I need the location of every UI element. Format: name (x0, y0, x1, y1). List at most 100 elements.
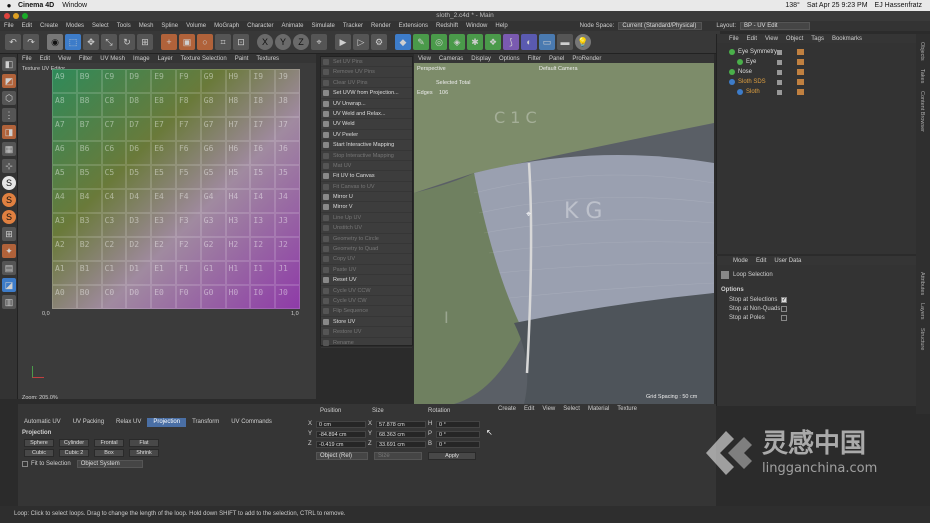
coord-rotation-field[interactable]: 0 ° (436, 430, 480, 438)
vp-menu-options[interactable]: Options (499, 56, 520, 62)
coord-size-field[interactable]: 57.878 cm (376, 420, 426, 428)
object-name[interactable]: Sloth SDS (738, 79, 766, 85)
bend-icon[interactable]: ⟆ (503, 34, 519, 50)
window-menu[interactable]: Window (62, 2, 87, 9)
floor-icon[interactable]: ▭ (539, 34, 555, 50)
menu-mograph[interactable]: MoGraph (214, 23, 239, 29)
subdivision-icon[interactable]: ◎ (431, 34, 447, 50)
projection-button[interactable]: Sphere (24, 439, 54, 447)
tag-icon[interactable] (797, 59, 804, 65)
object-row[interactable]: Nose (717, 67, 916, 77)
coord-size-field[interactable]: 33.691 cm (376, 440, 426, 448)
menu-simulate[interactable]: Simulate (312, 23, 335, 29)
z-axis-icon[interactable]: Z (293, 34, 309, 50)
mat-menu-edit[interactable]: Edit (524, 406, 534, 412)
attr-menu-edit[interactable]: Edit (756, 258, 766, 264)
mat-menu-view[interactable]: View (542, 406, 555, 412)
uv-command-item[interactable]: Line Up UV (321, 213, 412, 224)
uv-command-item[interactable]: Cycle UV CW (321, 296, 412, 307)
obj-menu-tags[interactable]: Tags (811, 36, 824, 42)
vp-menu-view[interactable]: View (418, 56, 431, 62)
y-axis-icon[interactable]: Y (275, 34, 291, 50)
coord-position-field[interactable]: 0 cm (316, 420, 366, 428)
menu-select[interactable]: Select (92, 23, 109, 29)
projection-button[interactable]: Cubic (24, 449, 54, 457)
object-row[interactable]: Eye Symmetry (717, 47, 916, 57)
node-space-dropdown[interactable]: Current (Standard/Physical) (618, 22, 703, 30)
projection-button[interactable]: Cylinder (59, 439, 89, 447)
side-tab[interactable]: Takes (919, 69, 925, 83)
attr-option-checkbox[interactable]: ✓ (781, 296, 787, 303)
uv-menu-view[interactable]: View (58, 56, 71, 62)
projection-button[interactable]: Frontal (94, 439, 124, 447)
paint-icon[interactable]: ✦ (2, 244, 16, 258)
light-icon[interactable]: 💡 (575, 34, 591, 50)
menu-file[interactable]: File (4, 23, 14, 29)
tag-icon[interactable] (797, 89, 804, 95)
uv-command-item[interactable]: Mirror V (321, 202, 412, 213)
coord-rotation-field[interactable]: 0 ° (436, 420, 480, 428)
app-menu[interactable]: Cinema 4D (18, 2, 54, 9)
uv-tools-tab[interactable]: Transform (186, 418, 225, 427)
minimize-window-button[interactable] (13, 13, 19, 19)
lock-icon[interactable]: ▤ (2, 261, 16, 275)
projection-button[interactable]: Flat (129, 439, 159, 447)
side-tab[interactable]: Layers (919, 303, 925, 320)
uv-command-item[interactable]: Reset UV (321, 275, 412, 286)
obj-menu-bookmarks[interactable]: Bookmarks (832, 36, 862, 42)
uv-command-item[interactable]: Set UV Pins (321, 57, 412, 68)
attr-menu-mode[interactable]: Mode (733, 258, 748, 264)
obj-menu-file[interactable]: File (729, 36, 739, 42)
mograph-icon[interactable]: ✱ (467, 34, 483, 50)
tag-icon[interactable] (797, 69, 804, 75)
object-row[interactable]: Sloth (717, 87, 916, 97)
uv-tools-tab[interactable]: UV Commands (225, 418, 278, 427)
workplane-icon[interactable]: S (2, 210, 16, 224)
coord-rotation-field[interactable]: 0 ° (436, 440, 480, 448)
menu-volume[interactable]: Volume (186, 23, 206, 29)
uv-command-item[interactable]: Set UVW from Projection... (321, 88, 412, 99)
make-editable-icon[interactable]: ◧ (2, 57, 16, 71)
tag-icon[interactable] (797, 49, 804, 55)
user-name[interactable]: EJ Hassenfratz (875, 2, 922, 9)
uv-command-item[interactable]: Store UV (321, 317, 412, 328)
projection-button[interactable]: Shrink (129, 449, 159, 457)
object-name[interactable]: Eye Symmetry (738, 49, 777, 55)
mat-menu-select[interactable]: Select (563, 406, 580, 412)
coord-system-icon[interactable]: ⌖ (311, 34, 327, 50)
uv-tools-tab[interactable]: Relax UV (110, 418, 147, 427)
vp-menu-cameras[interactable]: Cameras (439, 56, 463, 62)
vp-menu-panel[interactable]: Panel (549, 56, 564, 62)
uv-command-item[interactable]: Paste UV (321, 265, 412, 276)
texture-mode-icon[interactable]: ◩ (2, 74, 16, 88)
menu-extensions[interactable]: Extensions (399, 23, 428, 29)
menu-modes[interactable]: Modes (66, 23, 84, 29)
edge-mode-icon[interactable]: ◨ (2, 125, 16, 139)
uv-command-item[interactable]: Flip Sequence (321, 306, 412, 317)
side-tab[interactable]: Structure (919, 328, 925, 350)
scene-icon[interactable]: ◐ (521, 34, 537, 50)
move-icon[interactable]: ✥ (83, 34, 99, 50)
uv-menu-paint[interactable]: Paint (235, 56, 249, 62)
menu-spline[interactable]: Spline (161, 23, 178, 29)
object-row[interactable]: Sloth SDS (717, 77, 916, 87)
vp-menu-display[interactable]: Display (471, 56, 491, 62)
menu-mesh[interactable]: Mesh (139, 23, 154, 29)
uv-command-item[interactable]: UV Peeler (321, 130, 412, 141)
mat-menu-texture[interactable]: Texture (617, 406, 637, 412)
zoom-window-button[interactable] (22, 13, 28, 19)
coord-position-field[interactable]: -0.419 cm (316, 440, 366, 448)
uv-command-item[interactable]: UV Weld and Relax... (321, 109, 412, 120)
uv-menu-filter[interactable]: Filter (79, 56, 92, 62)
mat-menu-material[interactable]: Material (588, 406, 609, 412)
obj-menu-edit[interactable]: Edit (747, 36, 757, 42)
menu-create[interactable]: Create (40, 23, 58, 29)
uv-menu-file[interactable]: File (22, 56, 32, 62)
attr-option-checkbox[interactable] (781, 305, 787, 312)
transform-icon[interactable]: ⊡ (233, 34, 249, 50)
uv-command-item[interactable]: Start Interactive Mapping (321, 140, 412, 151)
uv-command-item[interactable]: Geometry to Circle (321, 234, 412, 245)
uv-command-item[interactable]: Unstitch UV (321, 223, 412, 234)
deformer-icon[interactable]: ❖ (485, 34, 501, 50)
obj-menu-object[interactable]: Object (786, 36, 803, 42)
